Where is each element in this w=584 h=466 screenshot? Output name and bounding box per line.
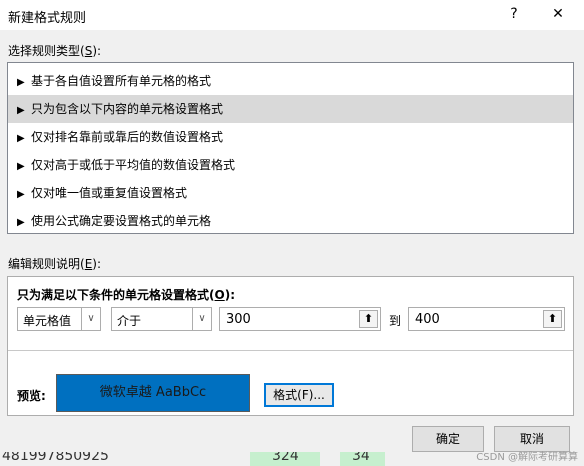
edit-description-label: 编辑规则说明(E):	[8, 257, 102, 271]
background-cell-text: 34	[352, 452, 370, 464]
range-select-icon[interactable]: ⬆	[359, 310, 378, 328]
rule-type-list[interactable]: ▶ 基于各自值设置所有单元格的格式 ▶ 只为包含以下内容的单元格设置格式 ▶ 仅对排名…	[7, 62, 574, 234]
triangle-icon: ▶	[17, 161, 25, 172]
triangle-icon: ▶	[17, 133, 25, 144]
condition-label: 只为满足以下条件的单元格设置格式(O):	[17, 288, 235, 302]
triangle-icon: ▶	[17, 77, 25, 88]
value-from-input[interactable]: 300 ⬆	[219, 307, 381, 331]
chevron-down-icon[interactable]: ∨	[81, 308, 100, 330]
close-icon[interactable]: ✕	[545, 3, 571, 25]
dialog-title: 新建格式规则	[8, 11, 87, 26]
range-select-icon[interactable]: ⬆	[543, 310, 562, 328]
triangle-icon: ▶	[17, 189, 25, 200]
description-panel: 只为满足以下条件的单元格设置格式(O): 单元格值 ∨ 介于 ∨ 300 ⬆ 到…	[7, 276, 574, 416]
chevron-down-icon[interactable]: ∨	[192, 308, 211, 330]
rule-type-item-unique-duplicate[interactable]: ▶ 仅对唯一值或重复值设置格式	[8, 179, 573, 207]
background-cell-text: 481997850925	[2, 452, 109, 464]
rule-type-item-each-value[interactable]: ▶ 基于各自值设置所有单元格的格式	[8, 67, 573, 95]
rule-type-label: 选择规则类型(S):	[8, 44, 102, 58]
rule-type-item-formula[interactable]: ▶ 使用公式确定要设置格式的单元格	[8, 207, 573, 235]
watermark: CSDN @解际考研算算	[476, 452, 578, 463]
triangle-icon: ▶	[17, 217, 25, 228]
to-label: 到	[389, 314, 402, 328]
field-select[interactable]: 单元格值 ∨	[17, 307, 101, 331]
background-cell-text: 324	[272, 452, 299, 464]
ok-button[interactable]: 确定	[412, 426, 484, 452]
triangle-icon: ▶	[17, 105, 25, 116]
format-button[interactable]: 格式(F)...	[264, 383, 334, 407]
rule-type-item-top-bottom[interactable]: ▶ 仅对排名靠前或靠后的数值设置格式	[8, 123, 573, 151]
title-bar: 新建格式规则 ? ✕	[0, 0, 584, 30]
divider	[8, 350, 573, 351]
rule-type-item-cells-containing[interactable]: ▶ 只为包含以下内容的单元格设置格式	[8, 95, 573, 123]
format-preview: 微软卓越 AaBbCc	[56, 374, 250, 412]
operator-select[interactable]: 介于 ∨	[111, 307, 212, 331]
preview-label: 预览:	[17, 389, 46, 403]
help-icon[interactable]: ?	[503, 3, 525, 25]
value-to-input[interactable]: 400 ⬆	[408, 307, 565, 331]
rule-type-item-above-below-average[interactable]: ▶ 仅对高于或低于平均值的数值设置格式	[8, 151, 573, 179]
